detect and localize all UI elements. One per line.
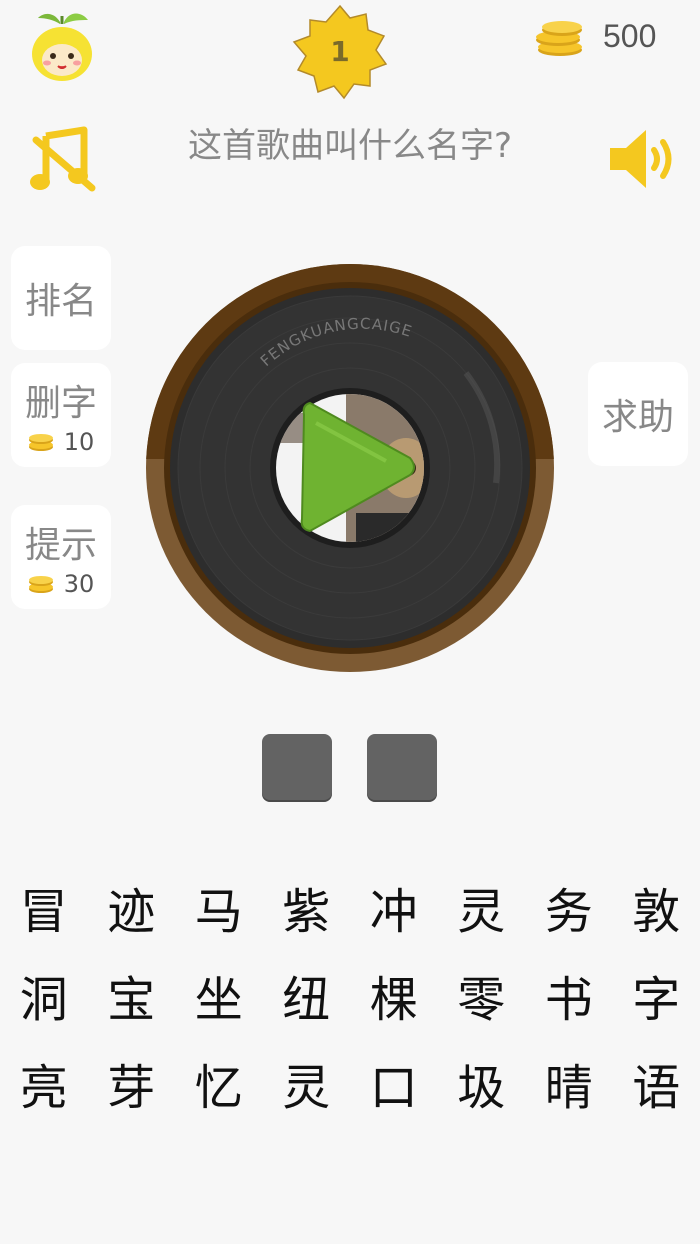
hint-label: 提示 bbox=[24, 525, 97, 566]
delete-label: 删字 bbox=[24, 383, 97, 424]
char-tile[interactable]: 语 bbox=[613, 1044, 700, 1132]
coin-icon bbox=[28, 434, 53, 451]
char-tile[interactable]: 冒 bbox=[0, 868, 88, 956]
char-tile[interactable]: 亮 bbox=[0, 1044, 88, 1132]
char-tile[interactable]: 宝 bbox=[88, 956, 176, 1044]
help-button[interactable]: 求助 bbox=[588, 362, 688, 466]
char-tile[interactable]: 冲 bbox=[350, 868, 438, 956]
coin-icon bbox=[28, 576, 53, 593]
avatar[interactable] bbox=[30, 8, 94, 82]
delete-cost: 10 bbox=[28, 428, 95, 456]
char-tile[interactable]: 洞 bbox=[0, 956, 88, 1044]
char-tile[interactable]: 敦 bbox=[613, 868, 700, 956]
char-tile[interactable]: 零 bbox=[438, 956, 526, 1044]
char-tile[interactable]: 灵 bbox=[263, 1044, 351, 1132]
hint-cost: 30 bbox=[28, 570, 95, 598]
coin-stack-icon bbox=[536, 21, 582, 56]
help-label: 求助 bbox=[601, 397, 674, 438]
answer-slot-1[interactable] bbox=[262, 734, 332, 802]
char-tile[interactable]: 紫 bbox=[263, 868, 351, 956]
delete-char-button[interactable]: 删字 10 bbox=[11, 363, 111, 467]
char-tile[interactable]: 迹 bbox=[88, 868, 176, 956]
record-disc[interactable]: FENGKUANGCAIGE bbox=[146, 263, 554, 673]
char-tile[interactable]: 书 bbox=[525, 956, 613, 1044]
char-tile[interactable]: 忆 bbox=[175, 1044, 263, 1132]
hint-cost-value: 30 bbox=[63, 570, 95, 598]
coin-count: 500 bbox=[603, 18, 657, 54]
delete-cost-value: 10 bbox=[63, 428, 95, 456]
char-tile[interactable]: 马 bbox=[175, 868, 263, 956]
char-tile[interactable]: 棵 bbox=[350, 956, 438, 1044]
question-text: 这首歌曲叫什么名字? bbox=[187, 126, 513, 166]
level-badge: 1 bbox=[290, 2, 390, 100]
character-grid: 冒 迹 马 紫 冲 灵 务 敦 洞 宝 坐 纽 棵 零 书 字 亮 芽 忆 灵 … bbox=[0, 868, 700, 1132]
char-tile[interactable]: 字 bbox=[613, 956, 700, 1044]
rank-button[interactable]: 排名 bbox=[11, 246, 111, 350]
char-tile[interactable]: 坐 bbox=[175, 956, 263, 1044]
rank-label: 排名 bbox=[24, 281, 97, 322]
char-tile[interactable]: 灵 bbox=[438, 868, 526, 956]
answer-slot-2[interactable] bbox=[367, 734, 437, 802]
speaker-icon[interactable] bbox=[606, 124, 678, 194]
char-tile[interactable]: 芽 bbox=[88, 1044, 176, 1132]
music-off-icon[interactable] bbox=[28, 126, 98, 196]
level-number: 1 bbox=[330, 34, 350, 68]
char-tile[interactable]: 务 bbox=[525, 868, 613, 956]
hint-button[interactable]: 提示 30 bbox=[11, 505, 111, 609]
char-tile[interactable]: 口 bbox=[350, 1044, 438, 1132]
char-tile[interactable]: 晴 bbox=[525, 1044, 613, 1132]
char-tile[interactable]: 圾 bbox=[438, 1044, 526, 1132]
char-tile[interactable]: 纽 bbox=[263, 956, 351, 1044]
